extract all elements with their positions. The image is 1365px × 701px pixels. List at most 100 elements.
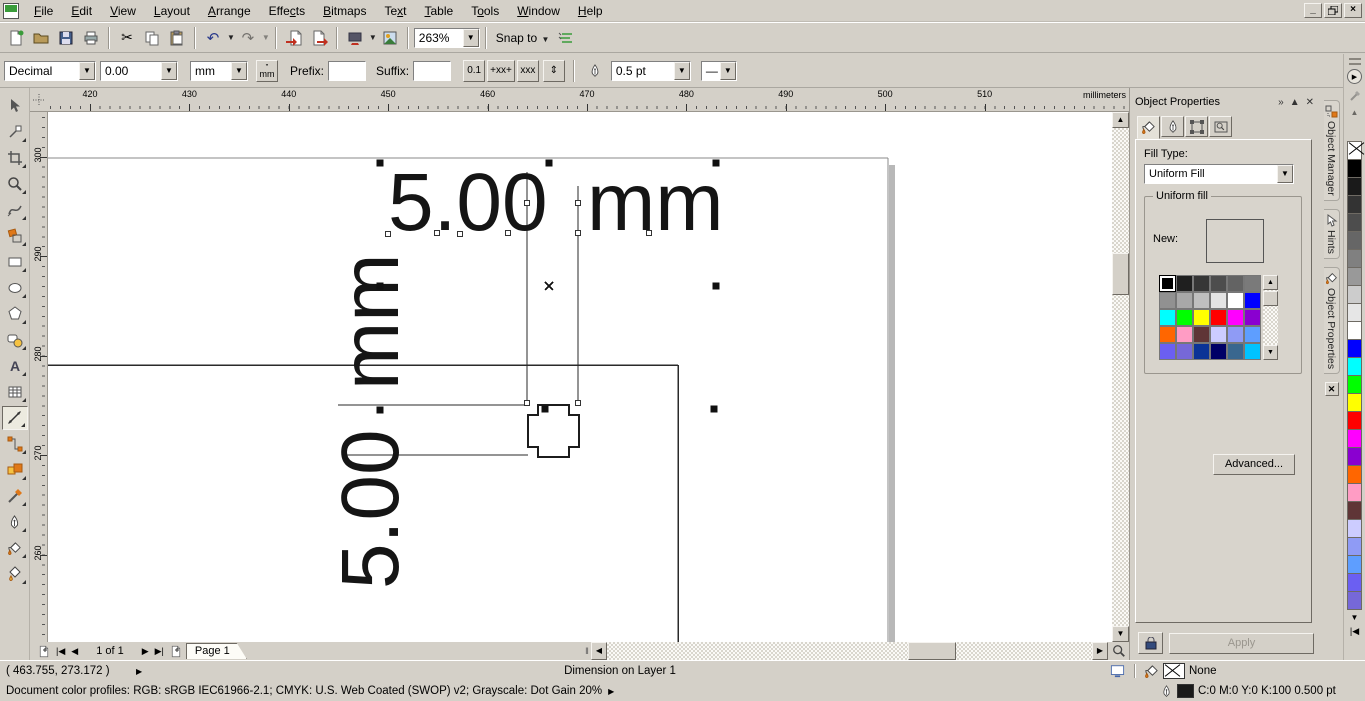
menu-view[interactable]: View	[101, 1, 145, 21]
docker-color-swatch[interactable]	[1193, 343, 1210, 360]
outline-pen-tool[interactable]	[2, 510, 28, 534]
dimension-text-horizontal-value[interactable]: 5.00	[388, 157, 548, 248]
docker-color-swatch[interactable]	[1176, 292, 1193, 309]
palette-color-swatch[interactable]	[1347, 447, 1362, 466]
first-page-icon[interactable]: |◀	[54, 643, 67, 659]
dimension-toggle-button-0[interactable]: 0.1	[463, 59, 486, 82]
eyedropper-tool[interactable]	[2, 484, 28, 508]
close-button[interactable]: ×	[1344, 3, 1362, 18]
horizontal-scroll-thumb[interactable]	[908, 642, 956, 660]
docker-color-swatch[interactable]	[1159, 326, 1176, 343]
palette-color-swatch[interactable]	[1347, 213, 1362, 232]
dimension-toggle-button-1[interactable]: +xx+	[487, 59, 515, 82]
docker-color-swatch[interactable]	[1244, 309, 1261, 326]
show-units-toggle[interactable]: ” mm	[256, 59, 278, 82]
advanced-button[interactable]: Advanced...	[1213, 454, 1295, 475]
docker-expand-icon[interactable]: »	[1278, 97, 1284, 108]
dimension-precision-combo[interactable]: 0.00 ▼	[100, 60, 178, 81]
docker-strip-close-icon[interactable]: ✕	[1324, 381, 1339, 396]
vertical-ruler[interactable]: 300290280270260 millimeters	[30, 112, 48, 642]
redo-button[interactable]: ↷	[236, 26, 260, 50]
palette-color-swatch[interactable]	[1347, 195, 1362, 214]
docker-color-swatch[interactable]	[1244, 292, 1261, 309]
application-launcher-icon[interactable]	[343, 26, 367, 50]
menu-tools[interactable]: Tools	[462, 1, 508, 21]
line-style-combo[interactable]: — ▼	[700, 60, 737, 81]
vertical-scrollbar[interactable]: ▲ ▼	[1112, 112, 1129, 642]
navigator-magnifier-icon[interactable]	[1108, 642, 1129, 660]
palette-color-swatch[interactable]	[1347, 429, 1362, 448]
open-button[interactable]	[29, 26, 53, 50]
copy-button[interactable]	[140, 26, 164, 50]
zoom-level-combo[interactable]: 263% ▼	[413, 27, 480, 48]
menu-file[interactable]: File	[25, 1, 62, 21]
palette-drag-handle[interactable]	[1348, 58, 1361, 65]
tab-outline[interactable]	[1161, 116, 1184, 137]
cut-icon[interactable]: ✂	[115, 26, 139, 50]
cross-shape-object[interactable]	[527, 404, 580, 458]
docker-color-swatch[interactable]	[1176, 343, 1193, 360]
docker-color-swatch[interactable]	[1193, 309, 1210, 326]
menu-layout[interactable]: Layout	[145, 1, 199, 21]
grid-scroll-down-icon[interactable]: ▼	[1263, 345, 1278, 360]
horizontal-ruler[interactable]: 420 430 440 450 460 470 480 490 500 510 millimete…	[48, 88, 1129, 112]
scroll-right-icon[interactable]: ▶	[1092, 642, 1108, 660]
coords-flyout-icon[interactable]: ▶	[136, 667, 142, 676]
selection-center-mark[interactable]	[544, 281, 554, 291]
fill-type-combo[interactable]: Uniform Fill ▼	[1144, 164, 1294, 184]
palette-color-swatch[interactable]	[1347, 339, 1362, 358]
palette-color-swatch[interactable]	[1347, 501, 1362, 520]
docker-color-swatch[interactable]	[1210, 309, 1227, 326]
zoom-tool[interactable]	[2, 172, 28, 196]
export-button[interactable]	[307, 26, 331, 50]
zoom-dropdown-icon[interactable]: ▼	[462, 28, 479, 47]
grid-scroll-up-icon[interactable]: ▲	[1263, 275, 1278, 290]
palette-scroll-down-icon[interactable]: ▼	[1351, 613, 1359, 622]
dimension-text-horizontal-unit[interactable]: mm	[587, 157, 724, 248]
grid-scrollbar[interactable]: ▲ ▼	[1263, 275, 1278, 360]
palette-color-swatch[interactable]	[1347, 573, 1362, 592]
snap-options-icon[interactable]	[554, 26, 578, 50]
prefix-input[interactable]	[328, 60, 367, 81]
docker-color-swatch[interactable]	[1227, 326, 1244, 343]
scrollbar-splitter-handle[interactable]: ‖	[583, 642, 591, 660]
docker-color-swatch[interactable]	[1210, 343, 1227, 360]
palette-color-swatch[interactable]	[1347, 159, 1362, 178]
last-page-icon[interactable]: ▶|	[153, 643, 166, 659]
blend-tool[interactable]	[2, 458, 28, 482]
palette-color-swatch[interactable]	[1347, 285, 1362, 304]
docker-color-swatch[interactable]	[1244, 275, 1261, 292]
import-button[interactable]	[282, 26, 306, 50]
menu-text[interactable]: Text	[375, 1, 415, 21]
docker-color-swatch[interactable]	[1176, 275, 1193, 292]
palette-color-swatch[interactable]	[1347, 591, 1362, 610]
minimize-button[interactable]: _	[1304, 3, 1322, 18]
precision-dropdown-icon[interactable]: ▼	[161, 61, 177, 80]
docker-color-swatch[interactable]	[1227, 309, 1244, 326]
undo-button[interactable]: ↶	[201, 26, 225, 50]
menu-table[interactable]: Table	[416, 1, 463, 21]
welcome-screen-icon[interactable]	[378, 26, 402, 50]
tab-detail[interactable]	[1209, 116, 1232, 137]
palette-color-swatch[interactable]	[1347, 357, 1362, 376]
palette-expand-icon[interactable]: |◀	[1350, 626, 1359, 637]
docker-color-swatch[interactable]	[1176, 309, 1193, 326]
crop-tool[interactable]	[2, 146, 28, 170]
docker-color-swatch[interactable]	[1193, 326, 1210, 343]
undo-dropdown-icon[interactable]: ▼	[227, 33, 235, 42]
menu-bitmaps[interactable]: Bitmaps	[314, 1, 375, 21]
next-page-icon[interactable]: ▶	[140, 643, 151, 659]
palette-color-swatch[interactable]	[1347, 555, 1362, 574]
new-document-button[interactable]	[4, 26, 28, 50]
ellipse-tool[interactable]	[2, 276, 28, 300]
docker-color-swatch[interactable]	[1210, 292, 1227, 309]
docker-color-swatch[interactable]	[1227, 275, 1244, 292]
dimension-toggle-button-2[interactable]: xxx	[516, 59, 539, 82]
interactive-fill-tool[interactable]	[2, 562, 28, 586]
tab-object-manager[interactable]: Object Manager	[1323, 100, 1340, 201]
pick-tool[interactable]	[2, 94, 28, 118]
paste-button[interactable]	[165, 26, 189, 50]
tab-object-properties[interactable]: Object Properties	[1323, 266, 1340, 374]
palette-color-swatch[interactable]	[1347, 393, 1362, 412]
menu-effects[interactable]: Effects	[260, 1, 314, 21]
